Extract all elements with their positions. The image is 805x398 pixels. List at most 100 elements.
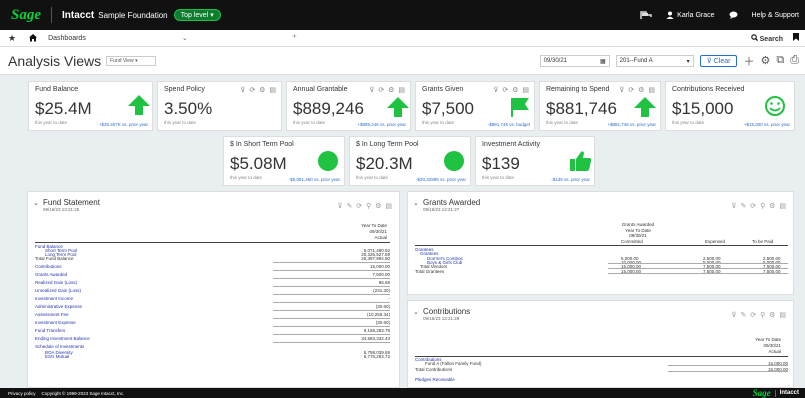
table-row[interactable]: Assessment Fee (10,255.34) [35,312,390,317]
table-row[interactable]: Unrealized Gain (Loss) (231.30) [35,288,390,293]
panel-tools[interactable]: ⊽ ✎ ⟳ ⚲ ⚙ ▤ [337,202,393,210]
calendar-icon[interactable]: ▦ [600,58,606,65]
divider [668,365,788,366]
clear-filter-button[interactable]: ⊽ Clear [699,54,738,67]
up-arrow-icon [387,97,409,117]
thumbs-up-icon [570,151,592,171]
user-icon [666,11,674,19]
row-value: (231.30) [373,288,390,293]
table-row[interactable]: Ending Investment Balance 34,583,332.43 [35,336,390,341]
add-icon[interactable]: ＋ [743,53,754,69]
card-annual-grantable[interactable]: Annual Grantable ⊽ ⟳ ⚙ ▤ $889,246 this y… [286,81,411,131]
table-row[interactable]: Investment Income - [35,296,390,301]
card-tools[interactable]: ⊽ ⟳ ⚙ ▤ [619,86,656,94]
card-investment-activity[interactable]: Investment Activity $139 this year to da… [475,136,595,186]
row-label: Assessment Fee [35,312,69,317]
gear-icon[interactable]: ⚙ [760,54,770,67]
card-subtitle: this year to date [164,120,197,125]
flag-icon[interactable] [640,10,652,20]
card-tools[interactable]: ⊽ ⟳ ⚙ ▤ [240,86,277,94]
up-arrow-icon [128,95,150,115]
copyright-text: Copyright © 1999-2023 Sage Intacct, Inc. [41,390,125,396]
collapse-chevron-icon[interactable]: ⌄ [413,308,419,316]
fund-statement-panel: ⌄ Fund Statement 09/16/23 13:21:25 ⊽ ✎ ⟳… [27,191,400,388]
divider [273,302,390,303]
search-link[interactable]: Search [750,33,783,43]
table-row[interactable]: Grants Awarded 7,500.00 [35,272,390,277]
card-spend-policy[interactable]: Spend Policy ⊽ ⟳ ⚙ ▤ 3.50% this year to … [157,81,282,131]
divider [608,273,788,274]
copy-icon[interactable]: ⧉ [776,54,784,67]
panel-title: Fund Statement [43,198,100,207]
panel-date: 09/16/23 13:21:27 [423,207,460,212]
row-value: 15,000.00 [369,264,390,269]
star-icon[interactable]: ★ [8,33,16,44]
card-subtitle: this year to date [422,120,455,125]
table-row[interactable]: Administrative Expense (30.60) [35,304,390,309]
divider [273,334,390,335]
collapse-chevron-icon[interactable]: ⌄ [33,199,39,207]
row-value: 6,775,283.72 [363,354,390,359]
page-title: Analysis Views [8,52,102,69]
table-row[interactable]: Investment Expense (30.60) [35,320,390,325]
row-label: Schedule of Investments [35,344,85,349]
divider [273,270,390,271]
table-row[interactable]: ESG Mutual 6,775,283.72 [35,354,390,359]
panel-tools[interactable]: ⊽ ✎ ⟳ ⚲ ⚙ ▤ [731,311,787,319]
header-line: Actual [768,349,781,354]
search-icon [750,33,758,41]
card-value: $20.3M [356,154,413,173]
flag-icon [511,98,529,117]
divider [774,389,776,397]
dashboards-menu[interactable]: Dashboards [48,35,86,42]
divider [273,278,390,279]
entity-label: Top level [180,12,209,19]
row-label: Grants Awarded [35,272,68,277]
footer: Privacy policy Copyright © 1999-2023 Sag… [0,388,805,398]
card-remaining-to-spend[interactable]: Remaining to Spend ⊽ ⟳ ⚙ ▤ $881,746 this… [539,81,661,131]
entity-selector[interactable]: Top level ▾ [173,9,221,21]
date-input[interactable]: 09/30/21 ▦ [539,54,610,67]
card-contributions-received[interactable]: Contributions Received $15,000 this year… [665,81,795,131]
card-value: $881,746 [546,99,617,118]
collapse-chevron-icon[interactable]: ⌄ [413,199,419,207]
home-icon[interactable] [28,33,38,44]
chevron-down-icon[interactable]: ⌄ [182,34,188,42]
table-row[interactable]: Realized Gain (Loss) 85.68 [35,280,390,285]
card-short-term-pool[interactable]: $ In Short Term Pool $5.08M this year to… [223,136,345,186]
user-menu[interactable]: Karla Grace [666,11,715,19]
table-row[interactable]: Contributions 15,000.00 [35,264,390,269]
privacy-link[interactable]: Privacy policy [8,391,36,396]
row-value: - [388,296,391,301]
card-title: $ In Short Term Pool [230,141,294,148]
card-subtitle: this year to date [672,120,705,125]
fund-selector[interactable]: 201--Fund A ▾ [615,54,694,67]
card-subtitle: this year to date [35,120,68,125]
panel-tools[interactable]: ⊽ ✎ ⟳ ⚲ ⚙ ▤ [731,202,787,210]
card-subtitle: this year to date [546,120,579,125]
print-icon[interactable]: ⎙ [790,54,799,67]
card-long-term-pool[interactable]: $ In Long Term Pool $20.3M this year to … [349,136,471,186]
help-link[interactable]: Help & Support [752,12,799,19]
row-label: Realized Gain (Loss) [35,280,78,285]
col-committed: Committed [621,239,643,244]
table-row[interactable]: Schedule of Investments [35,344,390,349]
card-grants-given[interactable]: Grants Given ⊽ ⟳ ⚙ ▤ $7,500 this year to… [415,81,535,131]
chat-icon[interactable] [729,11,738,19]
top-bar: Sage Intacct Sample Foundation Top level… [0,0,805,30]
table-row[interactable]: Total Fund Balance 25,397,994.50 [35,256,390,261]
table-row[interactable]: Fund Transfers 9,168,283.79 [35,328,390,333]
card-value: $15,000 [672,99,734,118]
card-tools[interactable]: ⊽ ⟳ ⚙ ▤ [369,86,406,94]
view-selector[interactable]: Fund View ▾ [106,55,157,66]
panel-title: Contributions [423,307,471,316]
row-value: (30.60) [375,320,390,325]
card-tools[interactable]: ⊽ ⟳ ⚙ ▤ [493,86,530,94]
view-label: Fund View [110,57,134,64]
card-fund-balance[interactable]: Fund Balance $25.4M this year to date +$… [28,81,153,131]
table-row[interactable]: Pledges Receivable [415,377,788,382]
row-value: (10,255.34) [366,312,390,317]
card-value: $25.4M [35,99,92,118]
bookmark-icon[interactable] [793,33,799,43]
sage-logo[interactable]: Sage [11,7,41,24]
